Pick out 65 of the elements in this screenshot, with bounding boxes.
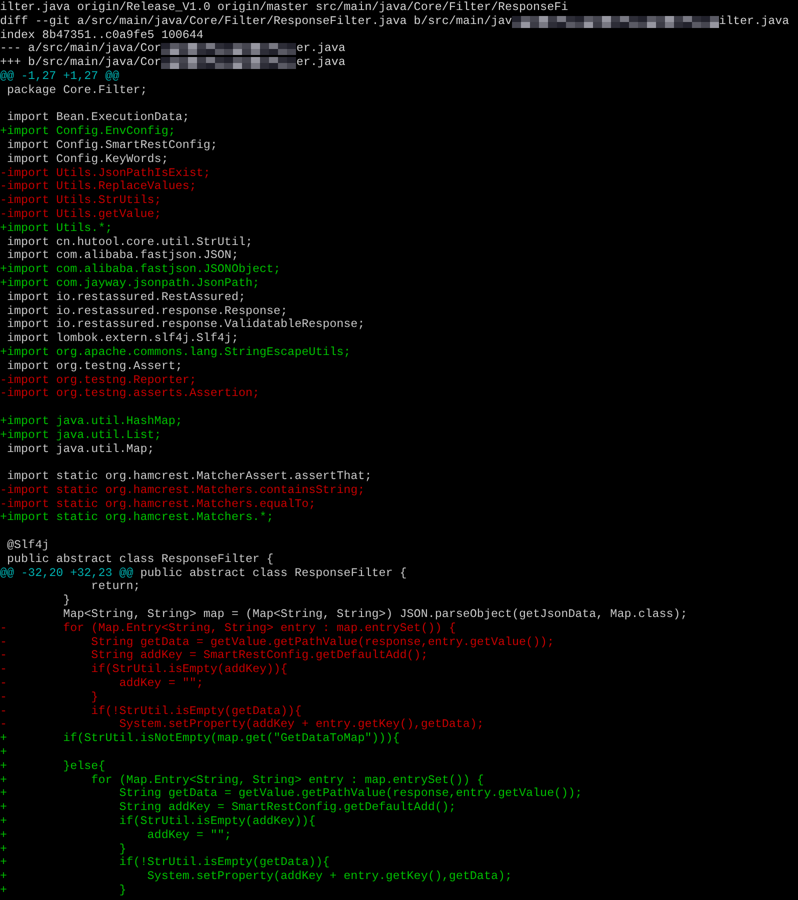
added-line: + }: [0, 884, 126, 898]
added-line: +import org.apache.commons.lang.StringEscapeUtils;: [0, 346, 351, 360]
context-line: }: [62, 594, 70, 608]
diff-header-line: diff --git a/src/main/java/Core/Filter/ResponseFilter.java b/src/main/jav: [0, 14, 512, 29]
diff-header-line: --- a/src/main/java/Cor: [0, 42, 162, 56]
added-line: +import java.util.HashMap;: [0, 414, 182, 429]
removed-line: -import org.testng.asserts.Assertion;: [0, 387, 260, 402]
removed-line: -import org.testng.Reporter;: [0, 374, 196, 388]
context-line: Map<String, String> map = (Map<String, String>) JSON.parseObject(getJsonData, Map.class);: [62, 608, 688, 622]
diff-header-line: ilter.java: [719, 14, 790, 29]
diff-header-line: index 8b47351..c0a9fe5 100644: [0, 28, 204, 42]
removed-line: -import Utils.getValue;: [0, 208, 162, 222]
added-line: + }: [0, 842, 126, 856]
hunk-header: @@ -1,27 +1,27 @@: [0, 70, 120, 84]
context-line: import io.restassured.response.Response;: [6, 304, 288, 318]
context-line: import lombok.extern.slf4j.Slf4j;: [6, 332, 238, 346]
removed-line: - addKey = "";: [0, 677, 204, 691]
hunk-header: @@ -32,20 +32,23 @@: [0, 566, 134, 580]
removed-line: -import Utils.JsonPathIsExist;: [0, 166, 210, 180]
context-line: import Bean.ExecutionData;: [6, 111, 190, 126]
context-line: package Core.Filter;: [6, 84, 148, 98]
context-line: import Config.KeyWords;: [6, 152, 168, 167]
diff-header-line: er.java: [296, 42, 346, 56]
added-line: +import com.alibaba.fastjson.JSONObject;: [0, 263, 281, 277]
added-line: +import Config.EnvConfig;: [0, 125, 176, 139]
added-line: + String getData = getValue.getPathValue(response,entry.getValue());: [0, 787, 582, 802]
removed-line: - System.setProperty(addKey + entry.getKey(),getData);: [0, 718, 484, 732]
context-line: import com.alibaba.fastjson.JSON;: [6, 249, 238, 264]
diff-header-line: er.java: [296, 56, 346, 70]
context-line: import io.restassured.response.ValidatableResponse;: [6, 318, 365, 332]
context-line: import java.util.Map;: [6, 442, 154, 456]
removed-line: -import Utils.StrUtils;: [0, 194, 162, 208]
context-line: import Config.SmartRestConfig;: [6, 138, 218, 153]
context-line: import org.testng.Assert;: [6, 360, 182, 374]
added-line: + String addKey = SmartRestConfig.getDefaultAdd();: [0, 801, 456, 816]
added-line: +import Utils.*;: [0, 222, 112, 236]
added-line: + if(!StrUtil.isEmpty(getData)){: [0, 856, 330, 870]
context-line: import io.restassured.RestAssured;: [6, 290, 246, 305]
added-line: +import static org.hamcrest.Matchers.*;: [0, 511, 274, 526]
removed-line: - for (Map.Entry<String, String> entry : map.entrySet()) {: [0, 622, 456, 636]
removed-line: -import static org.hamcrest.Matchers.containsString;: [0, 484, 365, 498]
context-line: public abstract class ResponseFilter {: [6, 552, 274, 567]
context-line: return;: [90, 580, 140, 594]
context-line: import cn.hutool.core.util.StrUtil;: [6, 236, 252, 250]
removed-line: - String getData = getValue.getPathValue(response,entry.getValue());: [0, 636, 554, 650]
context-line: @Slf4j: [6, 539, 50, 553]
added-line: + addKey = "";: [0, 828, 232, 843]
added-line: + if(StrUtil.isNotEmpty(map.get("GetDataToMap"))){: [0, 732, 400, 746]
added-line: + System.setProperty(addKey + entry.getKey(),getData);: [0, 870, 512, 884]
diff-header-line: +++ b/src/main/java/Cor: [0, 56, 162, 70]
removed-line: - if(StrUtil.isEmpty(addKey)){: [0, 663, 288, 678]
removed-line: -import Utils.ReplaceValues;: [0, 180, 196, 194]
added-line: + if(StrUtil.isEmpty(addKey)){: [0, 815, 316, 829]
added-line: + }else{: [0, 760, 106, 774]
removed-line: - String addKey = SmartRestConfig.getDefaultAdd();: [0, 649, 428, 664]
diff-header-line: ilter.java origin/Release_V1.0 origin/master src/main/java/Core/Filter/ResponseFi: [0, 1, 568, 15]
removed-line: - if(!StrUtil.isEmpty(getData)){: [0, 704, 302, 718]
removed-line: -import static org.hamcrest.Matchers.equalTo;: [0, 498, 316, 512]
removed-line: - }: [0, 690, 98, 705]
added-line: +: [0, 746, 8, 760]
added-line: + for (Map.Entry<String, String> entry : map.entrySet()) {: [0, 774, 484, 788]
hunk-context-text: public abstract class ResponseFilter {: [139, 566, 407, 580]
added-line: +import java.util.List;: [0, 428, 162, 442]
added-line: +import com.jayway.jsonpath.JsonPath;: [0, 276, 260, 291]
context-line: import static org.hamcrest.MatcherAssert.assertThat;: [6, 470, 372, 484]
